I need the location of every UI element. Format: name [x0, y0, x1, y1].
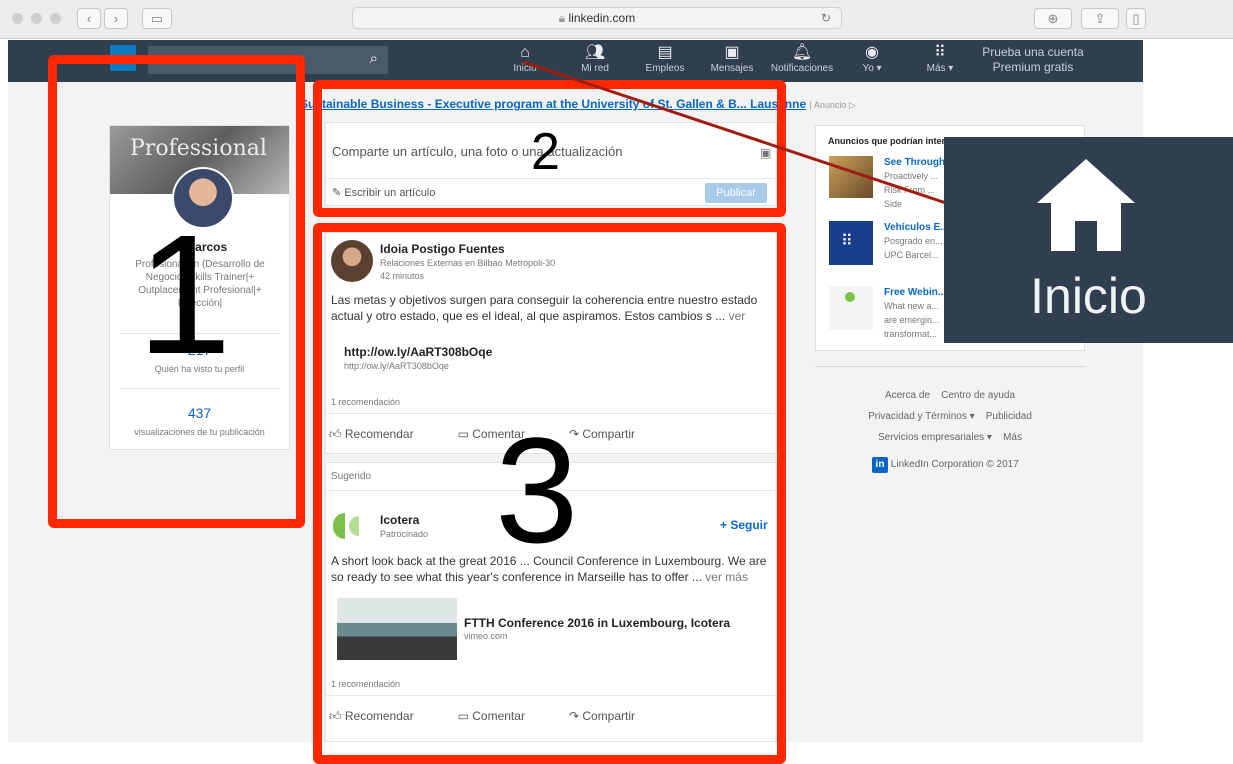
home-callout: Inicio: [944, 137, 1233, 343]
home-callout-label: Inicio: [1030, 268, 1147, 324]
callout-arrow: [522, 60, 970, 213]
home-icon: [1037, 159, 1135, 251]
